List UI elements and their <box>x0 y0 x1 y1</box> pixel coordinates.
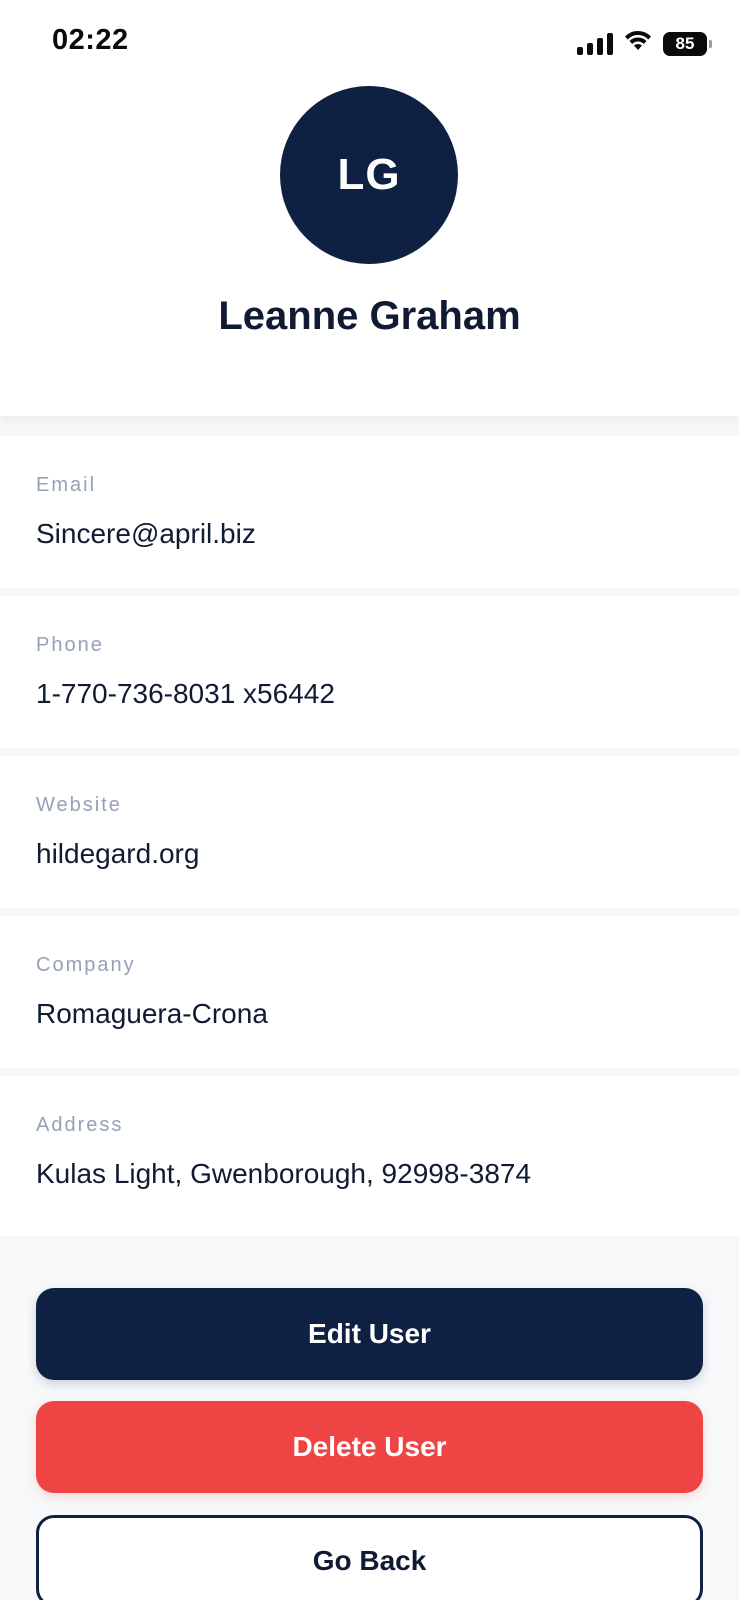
edit-user-button[interactable]: Edit User <box>36 1288 703 1380</box>
info-label: Email <box>36 474 97 496</box>
battery-icon: 85 <box>663 31 712 56</box>
info-label: Website <box>36 794 122 816</box>
info-row-address: Address Kulas Light, Gwenborough, 92998-… <box>0 1076 739 1236</box>
status-bar: 02:22 85 <box>0 0 739 86</box>
info-label: Company <box>36 954 136 976</box>
info-value: 1-770-736-8031 x56442 <box>36 678 335 709</box>
delete-user-button[interactable]: Delete User <box>36 1401 703 1493</box>
info-value: hildegard.org <box>36 838 200 869</box>
avatar: LG <box>280 86 458 264</box>
info-value: Kulas Light, Gwenborough, 92998-3874 <box>36 1158 532 1189</box>
info-row-email: Email Sincere@april.biz <box>0 436 739 588</box>
info-label: Phone <box>36 634 104 656</box>
info-label: Address <box>36 1114 124 1136</box>
go-back-button[interactable]: Go Back <box>36 1515 703 1600</box>
signal-icon <box>577 32 613 55</box>
user-detail-screen: LG Leanne Graham 02:22 85 Email Sincere@… <box>0 0 739 1600</box>
profile-name: Leanne Graham <box>218 294 521 338</box>
info-value: Romaguera-Crona <box>36 998 268 1029</box>
status-icons: 85 <box>577 30 712 57</box>
status-time: 02:22 <box>52 24 129 56</box>
info-row-company: Company Romaguera-Crona <box>0 916 739 1068</box>
info-value: Sincere@april.biz <box>36 518 256 549</box>
avatar-initials: LG <box>337 150 401 199</box>
info-row-phone: Phone 1-770-736-8031 x56442 <box>0 596 739 748</box>
wifi-icon <box>623 30 653 57</box>
info-row-website: Website hildegard.org <box>0 756 739 908</box>
